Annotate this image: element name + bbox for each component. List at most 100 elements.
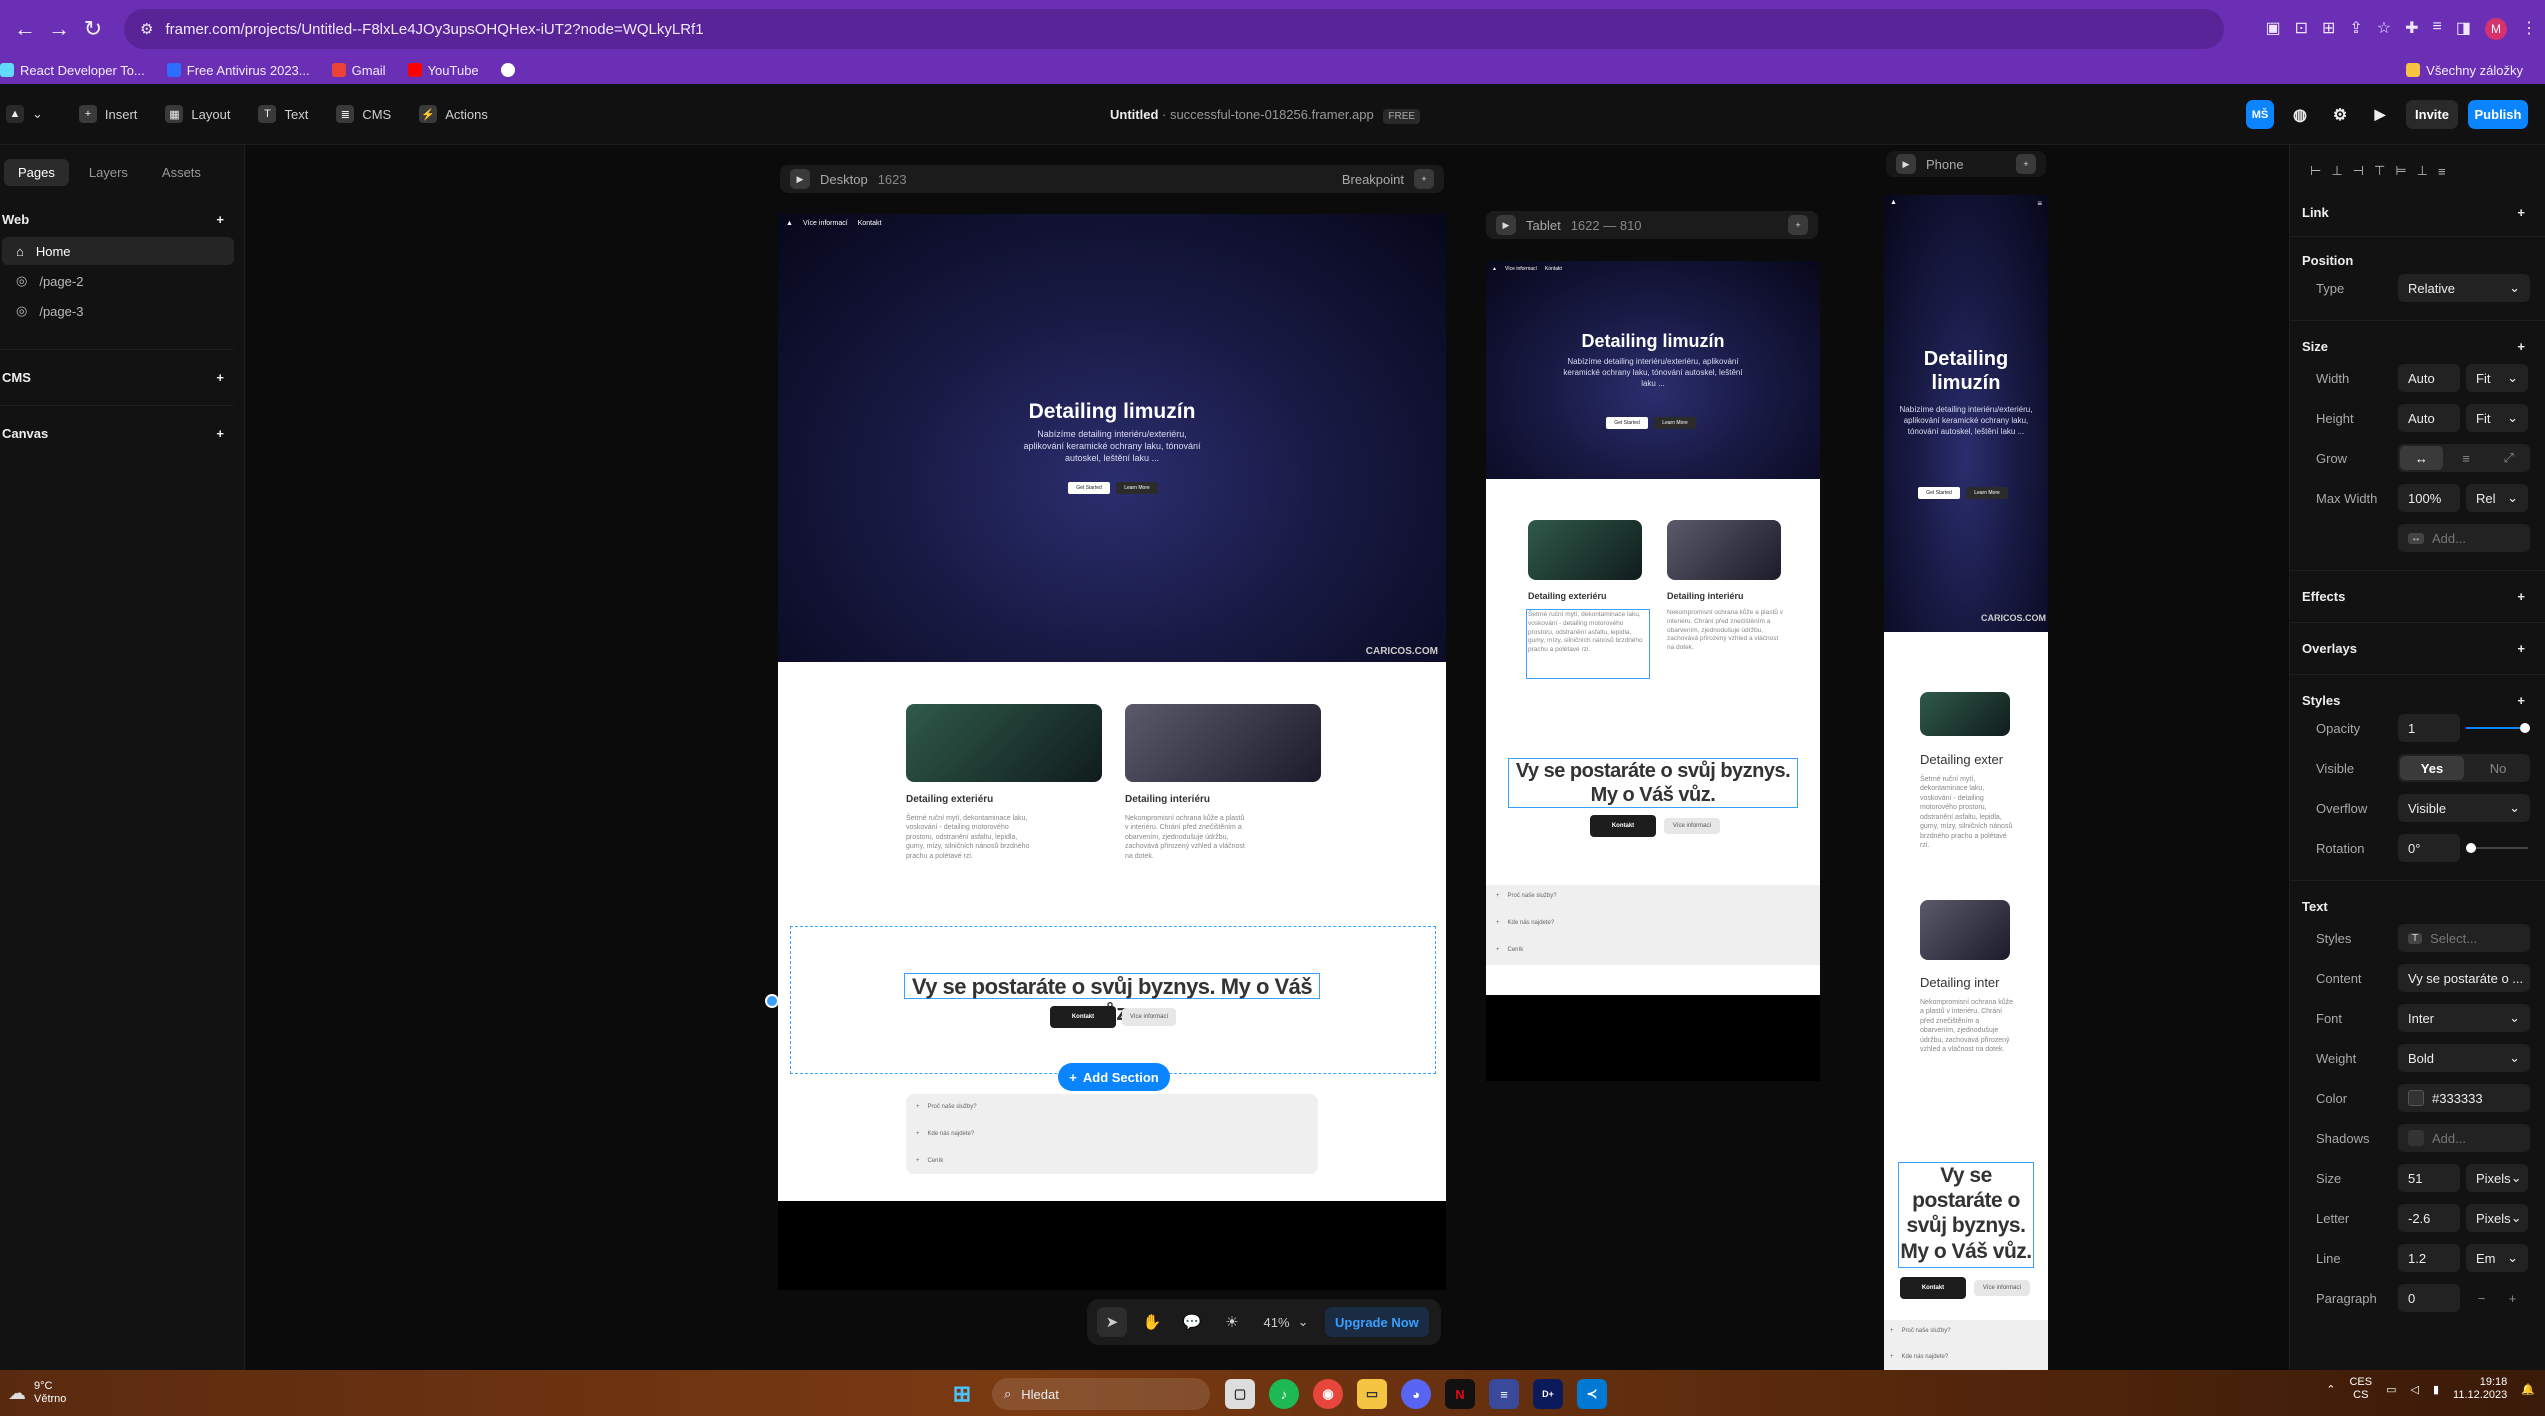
height-input[interactable]: Auto: [2398, 404, 2460, 432]
add-cms-icon[interactable]: +: [216, 370, 224, 385]
install-icon[interactable]: ⊡: [2295, 18, 2308, 40]
add-icon[interactable]: +: [1788, 215, 1808, 235]
framer-menu-button[interactable]: ▲ ⌄: [6, 105, 43, 123]
bookmark-antivirus[interactable]: Free Antivirus 2023...: [166, 63, 310, 78]
add-effect-icon[interactable]: +: [2517, 589, 2525, 604]
faq-item[interactable]: + Proč naše služby?: [916, 1104, 977, 1110]
tab-assets[interactable]: Assets: [148, 159, 215, 186]
zoom-select[interactable]: 41% ⌄: [1257, 1307, 1315, 1337]
align-center-icon[interactable]: ⊥: [2331, 163, 2342, 179]
add-icon[interactable]: +: [2016, 154, 2036, 174]
plus-icon[interactable]: +: [2509, 1291, 2517, 1306]
grow-horizontal-icon[interactable]: ↔: [2400, 446, 2443, 470]
faq-item[interactable]: + Kde nás najdete?: [1496, 920, 1554, 926]
address-bar[interactable]: ⚙ framer.com/projects/Untitled--F8lxLe4J…: [124, 9, 2224, 49]
align-right-icon[interactable]: ⊣: [2353, 163, 2364, 179]
contact-button[interactable]: Kontakt: [1590, 815, 1656, 837]
contact-button[interactable]: Kontakt: [1050, 1006, 1116, 1028]
cta-heading[interactable]: Vy se postaráte o svůj byznys. My o Váš …: [904, 973, 1320, 1025]
learn-more-button[interactable]: Learn More: [1966, 487, 2008, 499]
add-breakpoint-icon[interactable]: +: [1414, 169, 1434, 189]
tab-pages[interactable]: Pages: [4, 159, 69, 186]
tablet-frame[interactable]: ▲ Více informací Kontakt Detailing limuz…: [1486, 261, 1820, 1081]
line-input[interactable]: 1.2: [2398, 1244, 2460, 1272]
avatar[interactable]: M: [2485, 18, 2507, 40]
upgrade-button[interactable]: Upgrade Now: [1325, 1307, 1429, 1337]
bookmark-gmail[interactable]: Gmail: [331, 63, 386, 78]
insert-button[interactable]: + Insert: [78, 105, 137, 123]
desktop-frame-header[interactable]: ▶ Desktop 1623 Breakpoint +: [780, 165, 1444, 193]
add-constraint-input[interactable]: ↔ Add...: [2398, 524, 2530, 552]
share-icon[interactable]: ⇪: [2349, 18, 2362, 40]
faq-item[interactable]: + Kde nás najdete?: [1890, 1354, 1948, 1360]
cms-button[interactable]: ≣ CMS: [336, 105, 391, 123]
color-input[interactable]: #333333: [2398, 1084, 2530, 1112]
font-size-unit-select[interactable]: Pixels ⌄: [2466, 1164, 2528, 1192]
network-icon[interactable]: ▭: [2386, 1383, 2396, 1396]
hand-tool-icon[interactable]: ✋: [1137, 1307, 1167, 1337]
tablet-frame-header[interactable]: ▶ Tablet 1622 — 810 +: [1486, 211, 1818, 239]
cast-icon[interactable]: ▣: [2265, 18, 2280, 40]
nav-link[interactable]: Kontakt: [858, 220, 882, 227]
actions-button[interactable]: ⚡ Actions: [419, 105, 488, 123]
learn-more-button[interactable]: Learn More: [1654, 417, 1696, 429]
slider-knob[interactable]: [2466, 843, 2476, 853]
clock[interactable]: 19:18 11.12.2023: [2453, 1376, 2507, 1402]
overflow-select[interactable]: Visible ⌄: [2398, 794, 2530, 822]
faq-item[interactable]: + Proč naše služby?: [1890, 1328, 1951, 1334]
star-icon[interactable]: ☆: [2377, 18, 2391, 40]
breakpoint-button[interactable]: Breakpoint: [1342, 172, 1404, 187]
spotify-icon[interactable]: ♪: [1269, 1379, 1299, 1409]
bookmark-youtube[interactable]: YouTube: [407, 63, 479, 78]
site-info-icon[interactable]: ⚙: [140, 20, 153, 38]
distribute-icon[interactable]: ≡: [2438, 164, 2446, 179]
grow-vertical-icon[interactable]: ≡: [2445, 451, 2488, 466]
select-tool-icon[interactable]: ➤: [1097, 1307, 1127, 1337]
add-page-icon[interactable]: +: [216, 212, 224, 227]
more-info-button[interactable]: Více informací: [1122, 1008, 1176, 1026]
contact-button[interactable]: Kontakt: [1900, 1277, 1966, 1299]
all-bookmarks[interactable]: Všechny záložky: [2406, 63, 2523, 78]
user-avatar[interactable]: MŠ: [2246, 100, 2274, 129]
app-icon[interactable]: ≡: [1489, 1379, 1519, 1409]
file-explorer-icon[interactable]: ▭: [1357, 1379, 1387, 1409]
weight-select[interactable]: Bold ⌄: [2398, 1044, 2530, 1072]
weather-widget[interactable]: ☁ 9°C Větrno: [8, 1380, 66, 1406]
faq-item[interactable]: + Ceník: [1496, 947, 1523, 953]
add-style-icon[interactable]: +: [2517, 693, 2525, 708]
taskbar-search[interactable]: ⌕ Hledat: [992, 1378, 1210, 1410]
color-swatch[interactable]: [2408, 1090, 2424, 1106]
maxwidth-mode-select[interactable]: Rel ⌄: [2466, 484, 2528, 512]
line-unit-select[interactable]: Em ⌄: [2466, 1244, 2528, 1272]
add-link-icon[interactable]: +: [2517, 205, 2525, 220]
theme-toggle-icon[interactable]: ☀: [1217, 1307, 1247, 1337]
align-bottom-icon[interactable]: ⊥: [2417, 163, 2428, 179]
more-info-button[interactable]: Více informací: [1974, 1280, 2030, 1296]
add-overlay-icon[interactable]: +: [2517, 641, 2525, 656]
volume-icon[interactable]: ◁: [2411, 1383, 2419, 1396]
add-canvas-icon[interactable]: +: [216, 426, 224, 441]
font-size-input[interactable]: 51: [2398, 1164, 2460, 1192]
desktop-frame[interactable]: ▲ Více informací Kontakt Detailing limuz…: [778, 214, 1446, 1290]
visible-yes-option[interactable]: Yes: [2400, 756, 2464, 780]
notifications-icon[interactable]: 🔔: [2521, 1383, 2535, 1396]
more-info-button[interactable]: Více informací: [1664, 818, 1720, 834]
content-input[interactable]: Vy se postaráte o ...: [2398, 964, 2530, 992]
play-icon[interactable]: ▶: [1896, 154, 1916, 174]
forward-icon[interactable]: →: [42, 12, 76, 46]
back-icon[interactable]: ←: [8, 12, 42, 46]
page-item-page-3[interactable]: ◎ /page-3: [2, 297, 234, 325]
get-started-button[interactable]: Get Started: [1606, 417, 1648, 429]
get-started-button[interactable]: Get Started: [1918, 487, 1960, 499]
reading-list-icon[interactable]: ≡: [2433, 18, 2442, 40]
play-icon[interactable]: ▶: [790, 169, 810, 189]
project-title[interactable]: Untitled · successful-tone-018256.framer…: [1110, 107, 1421, 124]
bookmark-globe[interactable]: [500, 63, 515, 77]
language-indicator[interactable]: CES CS: [2349, 1376, 2372, 1402]
extensions-icon[interactable]: ✚: [2405, 18, 2418, 40]
task-view-icon[interactable]: ▢: [1225, 1379, 1255, 1409]
site-logo-icon[interactable]: ▲: [1890, 199, 1897, 206]
add-section-button[interactable]: + Add Section: [1058, 1063, 1170, 1091]
width-mode-select[interactable]: Fit ⌄: [2466, 364, 2528, 392]
menu-icon[interactable]: ⋮: [2521, 18, 2537, 40]
